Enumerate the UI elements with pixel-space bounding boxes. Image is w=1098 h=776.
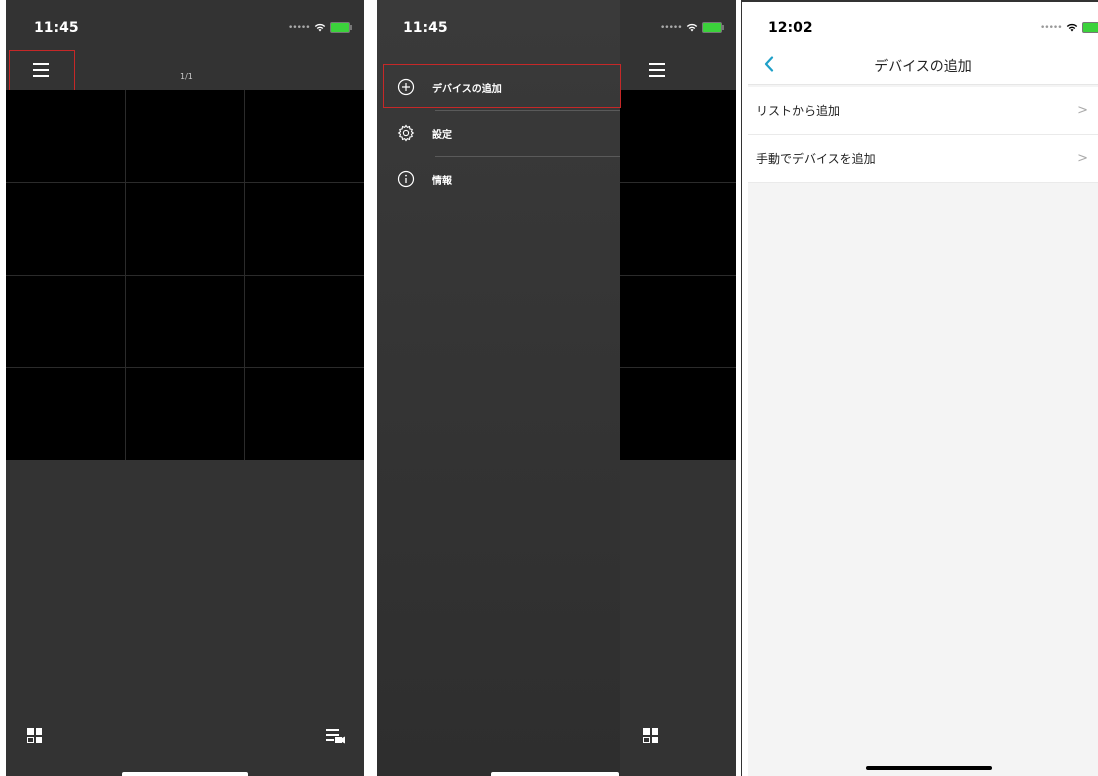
camera-cell[interactable] xyxy=(125,368,245,460)
status-indicators: ••••• xyxy=(1040,22,1098,33)
wifi-icon xyxy=(686,23,697,32)
battery-icon xyxy=(701,22,724,33)
home-indicator xyxy=(491,772,619,776)
camera-cell[interactable] xyxy=(245,275,364,368)
phone-screen-live-view: 11:45 ••••• 1/1 xyxy=(6,0,364,776)
list-item-label: 手動でデバイスを追加 xyxy=(756,152,876,166)
signal-icon: ••••• xyxy=(660,22,683,33)
highlight-box xyxy=(383,64,621,108)
camera-grid-partial xyxy=(620,90,736,460)
camera-cell[interactable] xyxy=(6,90,125,182)
list-item-label: リストから追加 xyxy=(756,104,841,118)
status-indicators: ••••• xyxy=(288,22,352,33)
camera-cell[interactable] xyxy=(6,368,125,460)
screen-frame-top xyxy=(742,0,1098,2)
camera-cell[interactable] xyxy=(6,182,125,275)
camera-cell[interactable] xyxy=(125,275,245,368)
signal-icon: ••••• xyxy=(1040,22,1063,33)
highlight-box xyxy=(9,50,75,92)
menu-item-settings[interactable]: 設定 xyxy=(377,110,620,156)
home-indicator xyxy=(866,766,992,770)
add-method-list: リストから追加 > 手動でデバイスを追加 > xyxy=(748,87,1098,183)
status-indicators: ••••• xyxy=(660,22,724,33)
grid-layout-icon[interactable] xyxy=(27,728,42,743)
status-time: 12:02 xyxy=(768,20,813,36)
camera-cell[interactable] xyxy=(125,182,245,275)
status-time: 11:45 xyxy=(34,20,79,36)
battery-icon xyxy=(1081,22,1098,33)
list-item-add-from-list[interactable]: リストから追加 > xyxy=(748,87,1098,135)
status-time: 11:45 xyxy=(403,20,448,36)
camera-cell[interactable] xyxy=(125,90,245,182)
info-icon xyxy=(397,170,415,188)
gear-icon xyxy=(397,124,415,142)
signal-icon: ••••• xyxy=(288,22,311,33)
screen-separator xyxy=(741,0,742,776)
chevron-right-icon: > xyxy=(1077,103,1088,118)
wifi-icon xyxy=(1066,23,1077,32)
camera-cell[interactable] xyxy=(6,275,125,368)
camera-cell[interactable] xyxy=(245,182,364,275)
battery-icon xyxy=(329,22,352,33)
camera-cell[interactable] xyxy=(245,90,364,182)
menu-item-info[interactable]: 情報 xyxy=(377,156,620,202)
phone-screen-side-menu: 11:45 デバイスの追加 設定 情報 ••••• xyxy=(377,0,736,776)
grid-layout-icon[interactable] xyxy=(643,728,658,743)
side-menu: 11:45 デバイスの追加 設定 情報 xyxy=(377,0,620,776)
page-title: デバイスの追加 xyxy=(874,59,972,75)
phone-screen-add-device: 12:02 ••••• デバイスの追加 リストから追加 > 手動でデバイスを追加… xyxy=(748,0,1098,776)
list-item-add-manually[interactable]: 手動でデバイスを追加 > xyxy=(748,135,1098,183)
wifi-icon xyxy=(314,23,325,32)
camera-cell[interactable] xyxy=(245,368,364,460)
menu-item-label: 情報 xyxy=(432,175,452,187)
hamburger-icon[interactable] xyxy=(649,63,665,77)
chevron-right-icon: > xyxy=(1077,151,1088,166)
menu-item-label: 設定 xyxy=(432,129,452,141)
camera-grid xyxy=(6,90,364,460)
home-indicator xyxy=(122,772,248,776)
page-indicator: 1/1 xyxy=(180,72,193,81)
playback-list-icon[interactable] xyxy=(326,728,346,744)
